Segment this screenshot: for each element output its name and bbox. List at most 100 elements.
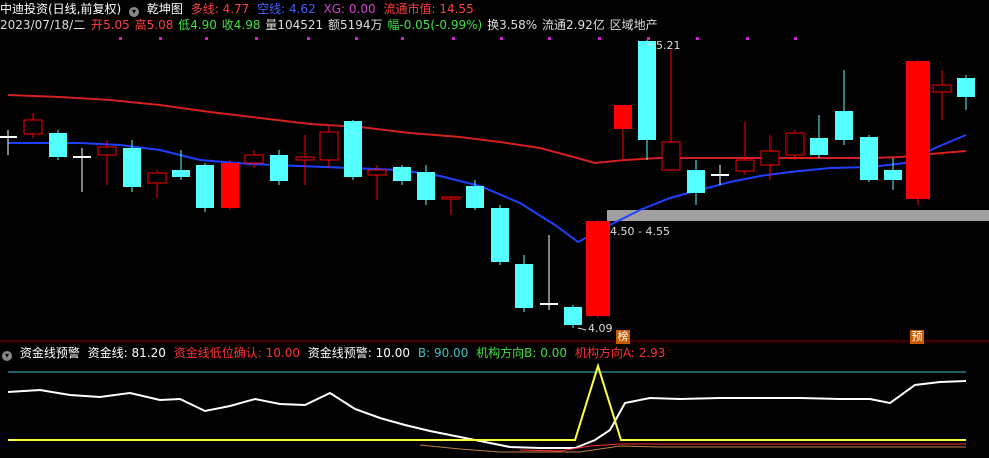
candle-4[interactable] — [97, 140, 117, 185]
candle-30[interactable] — [735, 122, 755, 175]
chevron-down-icon[interactable]: ▾ — [2, 351, 12, 361]
candle-body — [196, 165, 214, 208]
candle-9[interactable] — [221, 160, 239, 210]
b-value: 90.00 — [433, 346, 469, 360]
sub-indicator-header: ▾ 资金线预警 资金线: 81.20 资金线低位确认: 10.00 资金线预警:… — [0, 346, 669, 361]
candle-38[interactable] — [932, 70, 952, 120]
candle-34[interactable] — [835, 70, 853, 145]
yj-value: 10.00 — [375, 346, 411, 360]
candle-body — [49, 133, 67, 157]
candle-body — [810, 138, 828, 155]
candle-body — [441, 196, 461, 200]
candle-28[interactable] — [687, 160, 705, 205]
candle-body — [906, 61, 930, 199]
candle-15[interactable] — [367, 165, 387, 200]
candle-2[interactable] — [49, 130, 67, 160]
candle-39[interactable] — [957, 75, 975, 110]
candle-20[interactable] — [491, 205, 509, 265]
candle-body — [735, 159, 755, 172]
candle-33[interactable] — [810, 115, 828, 158]
signal-dots — [119, 37, 797, 40]
candle-body — [687, 170, 705, 193]
jgb-label: 机构方向B: — [476, 346, 537, 360]
jga-label: 机构方向A: — [574, 346, 635, 360]
candle-body — [661, 141, 681, 171]
candle-12[interactable] — [295, 135, 315, 185]
dwqr-value: 10.00 — [265, 346, 300, 360]
candle-22[interactable] — [540, 235, 558, 310]
sub-name[interactable]: 资金线预警 — [20, 346, 80, 360]
candle-16[interactable] — [393, 165, 411, 185]
candle-body — [515, 264, 533, 308]
candle-21[interactable] — [515, 255, 533, 312]
candle-23[interactable] — [564, 305, 582, 328]
candle-body — [23, 119, 43, 135]
candle-27[interactable] — [661, 50, 681, 171]
candle-18[interactable] — [441, 196, 461, 215]
candle-body — [957, 78, 975, 97]
candle-body — [586, 221, 610, 316]
candle-body — [614, 105, 632, 129]
yj-label: 资金线预警: — [307, 346, 372, 360]
zj-label: 资金线: — [87, 346, 128, 360]
candle-body — [97, 146, 117, 156]
candle-8[interactable] — [196, 163, 214, 212]
candle-25[interactable] — [614, 105, 632, 160]
price-chart[interactable]: 5.21 4.09 4.50 - 4.55 — [0, 0, 989, 458]
candle-13[interactable] — [319, 125, 339, 168]
candle-body — [884, 170, 902, 180]
candle-body — [344, 121, 362, 177]
candle-body — [540, 303, 558, 305]
candle-body — [393, 167, 411, 181]
candle-body — [564, 307, 582, 325]
candle-6[interactable] — [147, 170, 167, 198]
candle-1[interactable] — [23, 113, 43, 138]
alert-line-yellow — [8, 362, 966, 441]
candle-14[interactable] — [344, 120, 362, 180]
support-zone-bar — [607, 210, 989, 221]
dwqr-label: 资金线低位确认: — [173, 346, 262, 360]
tag-yu: 预 — [910, 330, 924, 344]
candle-17[interactable] — [417, 165, 435, 205]
capital-line-white — [7, 380, 967, 449]
candlesticks[interactable] — [0, 40, 975, 328]
low-price-annotation: 4.09 — [588, 322, 613, 335]
candle-body — [319, 131, 339, 161]
candle-body — [123, 148, 141, 187]
candle-body — [785, 132, 805, 156]
candle-body — [638, 41, 656, 140]
candle-3[interactable] — [73, 148, 91, 192]
candle-body — [221, 163, 239, 208]
candle-body — [367, 169, 387, 176]
candle-body — [244, 154, 264, 164]
candle-body — [147, 172, 167, 184]
jgb-value: 0.00 — [540, 346, 567, 360]
candle-body — [295, 156, 315, 161]
candle-body — [172, 170, 190, 177]
jga-value: 2.93 — [638, 346, 666, 360]
candle-body — [835, 111, 853, 140]
candle-body — [711, 174, 729, 176]
candle-body — [491, 208, 509, 262]
candle-26[interactable] — [638, 40, 656, 160]
zj-value: 81.20 — [131, 346, 166, 360]
candle-body — [860, 137, 878, 180]
b-label: B: — [417, 346, 431, 360]
zone-annotation: 4.50 - 4.55 — [610, 225, 670, 238]
candle-11[interactable] — [270, 150, 288, 185]
candle-24[interactable] — [586, 220, 610, 318]
candle-body — [0, 136, 17, 138]
candle-body — [932, 84, 952, 93]
candle-body — [417, 172, 435, 200]
candle-37[interactable] — [906, 60, 930, 205]
candle-19[interactable] — [466, 180, 484, 210]
candle-32[interactable] — [785, 130, 805, 160]
candle-body — [466, 186, 484, 208]
candle-body — [73, 156, 91, 158]
candle-body — [270, 155, 288, 181]
sub-indicator-pane[interactable] — [7, 362, 967, 453]
candle-35[interactable] — [860, 135, 878, 182]
low-price-arrow — [577, 327, 587, 331]
high-price-annotation: 5.21 — [656, 39, 681, 52]
tag-bang: 榜 — [616, 330, 630, 344]
